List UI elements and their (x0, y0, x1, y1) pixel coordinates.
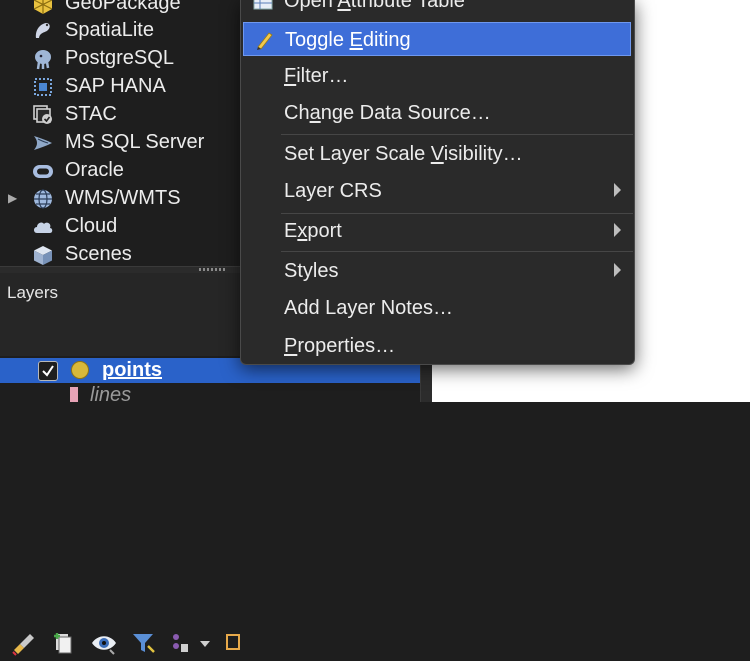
browser-item-mssql[interactable]: MS SQL Server (0, 129, 240, 157)
menu-item-change-data-source[interactable]: Change Data Source… (243, 96, 631, 130)
wms-globe-icon (32, 188, 54, 210)
menu-separator (281, 134, 633, 135)
layer-name: lines (90, 384, 132, 406)
browser-item-label: WMS/WMTS (65, 187, 181, 209)
layer-visibility-checkbox[interactable] (38, 361, 58, 381)
postgresql-icon (32, 48, 54, 70)
browser-item-label: MS SQL Server (65, 131, 205, 153)
browser-item-label: GeoPackage (65, 0, 181, 14)
scenes-cube-icon (32, 244, 54, 266)
line-symbol-icon (70, 387, 78, 402)
table-icon (253, 0, 273, 17)
browser-item-scenes[interactable]: Scenes (0, 241, 240, 269)
browser-item-cloud[interactable]: Cloud (0, 213, 240, 241)
spatialite-icon (32, 20, 54, 42)
menu-item-toggle-editing[interactable]: Toggle Editing (243, 22, 631, 56)
layer-name: points (102, 359, 162, 381)
geopackage-icon (32, 0, 54, 15)
style-brush-icon[interactable] (10, 630, 38, 656)
pencil-icon (254, 29, 274, 57)
browser-item-label: SpatiaLite (65, 19, 154, 41)
dropdown-icon[interactable] (198, 630, 212, 656)
menu-separator (281, 251, 633, 252)
menu-item-open-attribute-table[interactable]: Open Attribute Table (243, 0, 631, 18)
menu-item-export[interactable]: Export (243, 214, 631, 248)
browser-item-wms-wmts[interactable]: ▶ WMS/WMTS (0, 185, 240, 213)
menu-item-add-layer-notes[interactable]: Add Layer Notes… (243, 291, 631, 325)
submenu-arrow-icon (614, 183, 621, 197)
browser-item-sap-hana[interactable]: SAP HANA (0, 73, 240, 101)
browser-item-stac[interactable]: STAC (0, 101, 240, 129)
browser-item-spatialite[interactable]: SpatiaLite (0, 17, 240, 45)
layer-row-lines[interactable]: lines (0, 383, 420, 406)
submenu-arrow-icon (614, 263, 621, 277)
browser-item-label: STAC (65, 103, 117, 125)
stac-icon (32, 104, 54, 126)
cloud-icon (32, 216, 54, 238)
menu-item-filter[interactable]: Filter… (243, 59, 631, 93)
browser-item-label: Oracle (65, 159, 124, 181)
eye-icon[interactable] (90, 630, 118, 656)
browser-item-oracle[interactable]: Oracle (0, 157, 240, 185)
browser-item-geopackage[interactable]: GeoPackage (0, 0, 240, 18)
oracle-icon (32, 160, 54, 182)
browser-item-postgresql[interactable]: PostgreSQL (0, 45, 240, 73)
menu-item-layer-crs[interactable]: Layer CRS (243, 174, 631, 208)
point-symbol-icon (70, 360, 90, 385)
browser-item-label: PostgreSQL (65, 47, 174, 69)
browser-item-label: Cloud (65, 215, 118, 237)
filter-icon[interactable] (130, 630, 158, 656)
add-group-icon[interactable] (50, 630, 78, 656)
expand-arrow-icon[interactable]: ▶ (8, 191, 17, 205)
mssql-icon (32, 132, 54, 154)
splitter-grip-icon[interactable] (199, 268, 227, 271)
browser-item-label: Scenes (65, 243, 132, 265)
sap-hana-icon (32, 76, 54, 98)
expand-icon[interactable] (224, 630, 252, 656)
browser-item-label: SAP HANA (65, 75, 166, 97)
menu-item-properties[interactable]: Properties… (243, 329, 631, 363)
layers-panel-title: Layers (7, 283, 59, 302)
menu-item-styles[interactable]: Styles (243, 254, 631, 288)
menu-item-set-layer-scale-visibility[interactable]: Set Layer Scale Visibility… (243, 137, 631, 171)
submenu-arrow-icon (614, 223, 621, 237)
expression-icon[interactable] (168, 630, 196, 656)
